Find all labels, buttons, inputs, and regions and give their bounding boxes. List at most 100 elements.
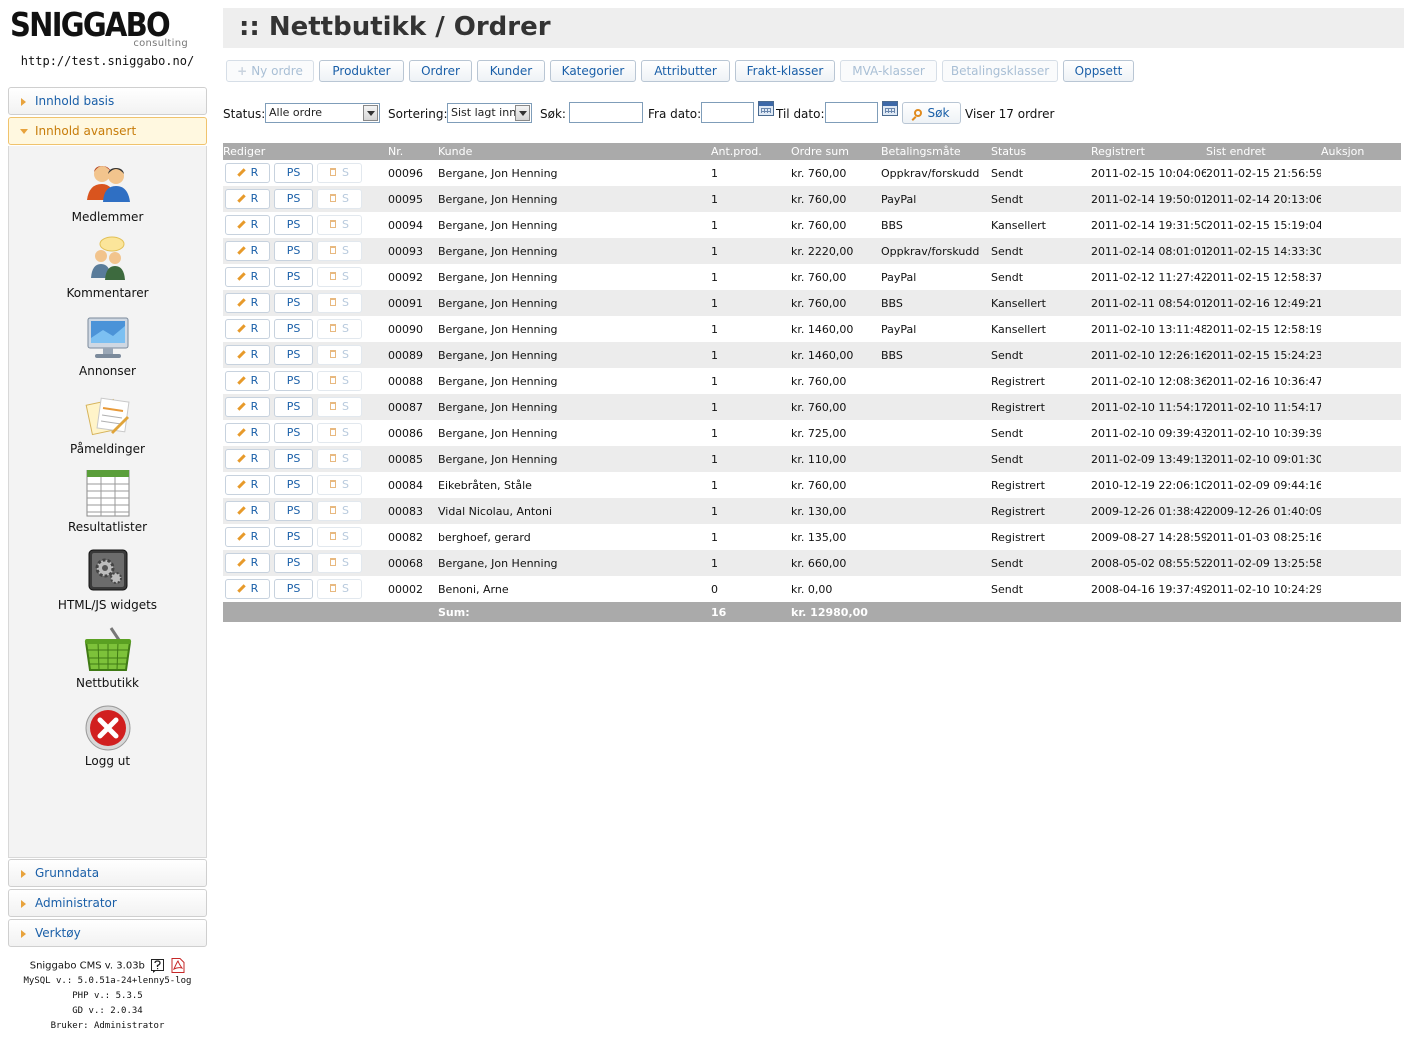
delete-order-button[interactable]: S <box>317 267 362 287</box>
column-header[interactable]: Sist endret <box>1206 143 1321 160</box>
delete-order-button[interactable]: S <box>317 293 362 313</box>
delete-order-button[interactable]: S <box>317 215 362 235</box>
column-header[interactable]: Status <box>991 143 1091 160</box>
packing-slip-button[interactable]: PS <box>274 345 313 365</box>
column-header[interactable]: Ant.prod. <box>711 143 791 160</box>
delete-order-button[interactable]: S <box>317 189 362 209</box>
packing-slip-button[interactable]: PS <box>274 241 313 261</box>
edit-order-button[interactable]: R <box>225 449 270 469</box>
packing-slip-button[interactable]: PS <box>274 215 313 235</box>
edit-order-button[interactable]: R <box>225 241 270 261</box>
column-header[interactable]: Auksjon <box>1321 143 1401 160</box>
nav-item-pameldinger[interactable]: Påmeldinger <box>8 392 207 456</box>
sort-select[interactable]: Sist lagt inn <box>447 103 532 123</box>
dropdown-arrow-icon[interactable] <box>363 105 378 121</box>
help-icon[interactable] <box>151 958 165 973</box>
nav-item-logg-ut[interactable]: Logg ut <box>8 704 207 768</box>
shipping-classes-button[interactable]: Frakt-klasser <box>735 60 835 82</box>
delete-order-button[interactable]: S <box>317 501 362 521</box>
edit-order-button[interactable]: R <box>225 527 270 547</box>
column-header[interactable]: Kunde <box>438 143 711 160</box>
search-button[interactable]: Søk <box>902 102 961 124</box>
delete-order-button[interactable]: S <box>317 449 362 469</box>
packing-slip-button[interactable]: PS <box>274 371 313 391</box>
edit-order-button[interactable]: R <box>225 371 270 391</box>
nav-item-html-js-widgets[interactable]: HTML/JS widgets <box>8 548 207 612</box>
delete-order-button[interactable]: S <box>317 319 362 339</box>
new-order-button[interactable]: + Ny ordre <box>226 60 314 82</box>
dropdown-arrow-icon[interactable] <box>515 105 530 121</box>
calendar-icon[interactable] <box>758 101 774 116</box>
categories-button[interactable]: Kategorier <box>550 60 636 82</box>
section-grunndata[interactable]: Grunndata <box>8 859 207 887</box>
edit-order-button[interactable]: R <box>225 345 270 365</box>
nav-item-resultatlister[interactable]: Resultatlister <box>8 470 207 534</box>
delete-order-button[interactable]: S <box>317 371 362 391</box>
packing-slip-button[interactable]: PS <box>274 397 313 417</box>
packing-slip-button[interactable]: PS <box>274 267 313 287</box>
column-header[interactable]: Ordre sum <box>791 143 881 160</box>
section-verktoy[interactable]: Verktøy <box>8 919 207 947</box>
edit-order-button[interactable]: R <box>225 553 270 573</box>
customers-button[interactable]: Kunder <box>477 60 545 82</box>
nav-item-nettbutikk[interactable]: Nettbutikk <box>8 626 207 690</box>
packing-slip-button[interactable]: PS <box>274 319 313 339</box>
edit-order-button[interactable]: R <box>225 475 270 495</box>
site-url-link[interactable]: http://test.sniggabo.no/ <box>8 54 207 68</box>
edit-order-button[interactable]: R <box>225 501 270 521</box>
search-input[interactable] <box>569 102 643 123</box>
delete-order-button[interactable]: S <box>317 579 362 599</box>
packing-slip-button[interactable]: PS <box>274 163 313 183</box>
packing-slip-button[interactable]: PS <box>274 579 313 599</box>
packing-slip-button[interactable]: PS <box>274 553 313 573</box>
orders-button[interactable]: Ordrer <box>409 60 472 82</box>
delete-order-button[interactable]: S <box>317 163 362 183</box>
edit-order-button[interactable]: R <box>225 163 270 183</box>
delete-order-button[interactable]: S <box>317 397 362 417</box>
packing-slip-button[interactable]: PS <box>274 449 313 469</box>
nav-item-medlemmer[interactable]: Medlemmer <box>8 160 207 224</box>
column-header[interactable]: Betalingsmåte <box>881 143 991 160</box>
settings-button[interactable]: Oppsett <box>1063 60 1134 82</box>
edit-order-button[interactable]: R <box>225 293 270 313</box>
column-header[interactable]: Registrert <box>1091 143 1206 160</box>
packing-slip-button[interactable]: PS <box>274 527 313 547</box>
order-count: Viser 17 ordrer <box>965 107 1055 121</box>
delete-order-button[interactable]: S <box>317 345 362 365</box>
status-select[interactable]: Alle ordre <box>265 103 380 123</box>
section-innhold-basis[interactable]: Innhold basis <box>8 87 207 115</box>
edit-order-button[interactable]: R <box>225 319 270 339</box>
pdf-icon[interactable] <box>171 958 185 973</box>
delete-label: S <box>342 270 349 283</box>
calendar-icon[interactable] <box>882 101 898 116</box>
edit-order-button[interactable]: R <box>225 423 270 443</box>
delete-order-button[interactable]: S <box>317 475 362 495</box>
packing-slip-button[interactable]: PS <box>274 501 313 521</box>
sniggabo-logo[interactable]: SNIGGABO consulting <box>10 8 200 54</box>
edit-order-button[interactable]: R <box>225 189 270 209</box>
delete-order-button[interactable]: S <box>317 553 362 573</box>
edit-order-button[interactable]: R <box>225 397 270 417</box>
products-button[interactable]: Produkter <box>319 60 404 82</box>
packing-slip-button[interactable]: PS <box>274 423 313 443</box>
edit-order-button[interactable]: R <box>225 267 270 287</box>
payment-classes-button[interactable]: Betalingsklasser <box>942 60 1058 82</box>
edit-order-button[interactable]: R <box>225 215 270 235</box>
to-date-input[interactable] <box>825 102 878 123</box>
packing-slip-button[interactable]: PS <box>274 189 313 209</box>
packing-slip-button[interactable]: PS <box>274 475 313 495</box>
delete-order-button[interactable]: S <box>317 241 362 261</box>
section-administrator[interactable]: Administrator <box>8 889 207 917</box>
delete-order-button[interactable]: S <box>317 423 362 443</box>
nav-item-kommentarer[interactable]: Kommentarer <box>8 236 207 300</box>
order-sum: kr. 1460,00 <box>791 342 881 368</box>
edit-order-button[interactable]: R <box>225 579 270 599</box>
from-date-input[interactable] <box>701 102 754 123</box>
column-header[interactable]: Nr. <box>388 143 438 160</box>
nav-item-annonser[interactable]: Annonser <box>8 314 207 378</box>
delete-order-button[interactable]: S <box>317 527 362 547</box>
packing-slip-button[interactable]: PS <box>274 293 313 313</box>
section-innhold-avansert[interactable]: Innhold avansert <box>8 117 207 145</box>
attributes-button[interactable]: Attributter <box>641 60 730 82</box>
vat-classes-button[interactable]: MVA-klasser <box>840 60 937 82</box>
